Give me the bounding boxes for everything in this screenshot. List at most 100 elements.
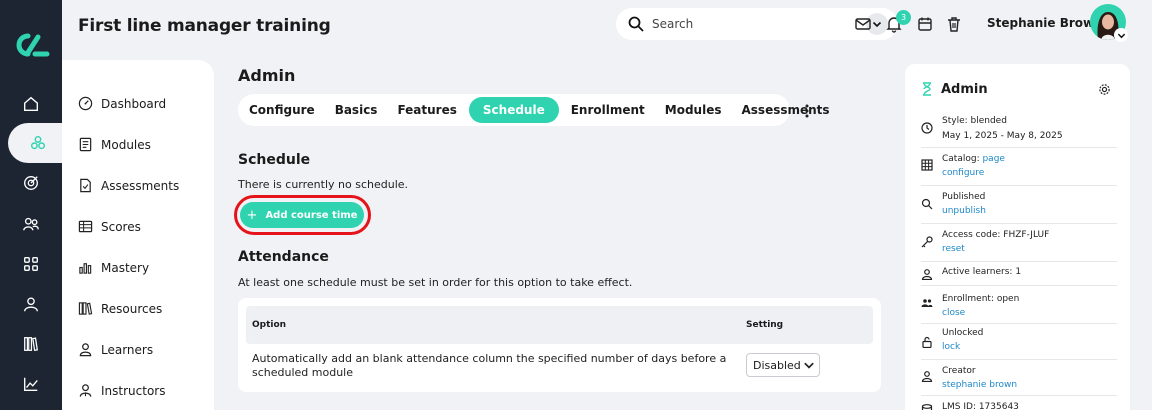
tab-basics[interactable]: Basics	[327, 97, 386, 123]
attendance-table: Option Setting Automatically add an blan…	[238, 298, 881, 392]
panel-item-label: LMS ID: 1735643	[942, 402, 1019, 410]
search-icon	[921, 198, 933, 210]
panel-item-label: Catalog: page	[942, 154, 1005, 164]
schedule-heading: Schedule	[238, 152, 311, 168]
panel-item-label: Published	[942, 192, 986, 202]
unpublish-link[interactable]: unpublish	[942, 206, 986, 216]
panel-item-value: May 1, 2025 - May 8, 2025	[942, 131, 1063, 141]
target-icon	[24, 176, 38, 190]
rail-courses[interactable]	[8, 123, 68, 163]
rail-home[interactable]	[0, 84, 62, 124]
search-icon	[628, 16, 644, 32]
panel-item-label: Unlocked	[942, 328, 984, 338]
instructor-icon	[79, 384, 92, 397]
panel-item-catalog: Catalog: page configure	[921, 148, 1117, 186]
sidebar-item-label: Modules	[101, 137, 151, 152]
tab-schedule[interactable]: Schedule	[468, 97, 559, 123]
admin-panel: Admin Style: blended May 1, 2025 - May 8…	[905, 64, 1130, 410]
app-rail	[0, 0, 68, 410]
rail-groups[interactable]	[0, 204, 62, 244]
tab-enrollment[interactable]: Enrollment	[563, 97, 653, 123]
column-setting: Setting	[746, 320, 784, 330]
library-icon	[24, 337, 39, 352]
sidebar-item-assessments[interactable]: Assessments	[78, 178, 179, 193]
attendance-option-text: Automatically add an blank attendance co…	[252, 352, 727, 379]
key-icon	[921, 236, 933, 248]
creator-link[interactable]: stephanie brown	[942, 380, 1017, 390]
sidebar-item-learners[interactable]: Learners	[78, 342, 153, 357]
app-logo-icon[interactable]	[11, 30, 51, 60]
sidebar-item-mastery[interactable]: Mastery	[78, 260, 149, 275]
dashboard-icon	[78, 96, 93, 111]
tab-assessments[interactable]: Assessments	[734, 97, 838, 123]
top-header: First line manager training 3 Stephanie …	[62, 0, 1152, 56]
person-icon	[921, 269, 933, 280]
table-icon	[78, 220, 93, 233]
user-menu-toggle[interactable]	[1114, 28, 1128, 42]
panel-item-enrollment: Enrollment: open close	[921, 286, 1117, 324]
search-input[interactable]	[652, 17, 866, 31]
lock-icon	[922, 336, 932, 348]
chevron-down-icon	[804, 362, 814, 369]
panel-item-label: Creator	[942, 366, 976, 376]
attendance-setting-select[interactable]: Disabled	[746, 353, 820, 377]
calendar-icon[interactable]	[916, 15, 934, 33]
rail-analytics[interactable]	[0, 364, 62, 404]
column-option: Option	[252, 320, 287, 330]
page-title: Admin	[238, 66, 296, 85]
user-name[interactable]: Stephanie Brown	[987, 16, 1103, 30]
bar-chart-icon	[79, 263, 92, 274]
rail-apps[interactable]	[0, 244, 62, 284]
sidebar-item-label: Dashboard	[101, 96, 167, 111]
panel-item-label: Style: blended	[942, 116, 1007, 126]
sidebar-item-label: Mastery	[101, 260, 150, 275]
table-header: Option Setting	[246, 306, 873, 344]
sidebar-item-modules[interactable]: Modules	[78, 137, 151, 152]
sidebar-item-resources[interactable]: Resources	[78, 301, 162, 316]
panel-item-published: Published unpublish	[921, 186, 1117, 224]
panel-item-active-learners: Active learners: 1	[921, 262, 1117, 286]
rail-goals[interactable]	[0, 163, 62, 203]
sidebar-item-dashboard[interactable]: Dashboard	[78, 96, 166, 111]
close-enrollment-link[interactable]: close	[942, 308, 965, 318]
trash-icon[interactable]	[945, 15, 963, 33]
rail-library[interactable]	[0, 324, 62, 364]
home-icon	[24, 96, 38, 111]
panel-item-access-code: Access code: FHZF-JLUF reset	[921, 224, 1117, 262]
catalog-configure-link[interactable]: configure	[942, 168, 984, 178]
panel-item-label: Enrollment: open	[942, 294, 1020, 304]
panel-title: Admin	[941, 82, 988, 97]
admin-tabs: Configure Basics Features Schedule Enrol…	[238, 94, 830, 126]
highlight-ring	[234, 195, 371, 235]
group-icon	[23, 217, 39, 231]
assessment-icon	[80, 178, 91, 193]
chevron-down-icon	[872, 21, 882, 28]
sidebar-item-label: Learners	[101, 342, 154, 357]
attendance-note: At least one schedule must be set in ord…	[238, 276, 633, 289]
sidebar-item-label: Scores	[101, 219, 141, 234]
sidebar-item-label: Instructors	[101, 383, 166, 398]
select-value: Disabled	[753, 358, 801, 372]
notification-badge: 3	[896, 10, 911, 25]
mail-icon[interactable]	[854, 15, 872, 33]
sidebar-item-scores[interactable]: Scores	[78, 219, 141, 234]
tab-features[interactable]: Features	[389, 97, 464, 123]
clock-icon	[921, 122, 933, 134]
lock-link[interactable]: lock	[942, 342, 960, 352]
line-chart-icon	[24, 377, 38, 391]
sidebar-item-instructors[interactable]: Instructors	[78, 383, 165, 398]
catalog-page-link[interactable]: page	[982, 154, 1004, 164]
rail-profile[interactable]	[0, 284, 62, 324]
tab-modules[interactable]: Modules	[657, 97, 730, 123]
tab-configure[interactable]: Configure	[241, 97, 323, 123]
more-tabs-icon[interactable]	[800, 102, 814, 120]
reset-code-link[interactable]: reset	[942, 244, 965, 254]
panel-item-lms-id: LMS ID: 1735643	[921, 396, 1117, 410]
book-icon	[79, 137, 92, 152]
gear-icon[interactable]	[1098, 83, 1111, 96]
course-sidebar: Dashboard Modules Assessments Scores Mas…	[62, 60, 214, 410]
sidebar-item-label: Assessments	[101, 178, 180, 193]
schedule-empty-text: There is currently no schedule.	[238, 178, 409, 191]
database-icon	[921, 404, 933, 410]
panel-item-creator: Creator stephanie brown	[921, 360, 1117, 396]
